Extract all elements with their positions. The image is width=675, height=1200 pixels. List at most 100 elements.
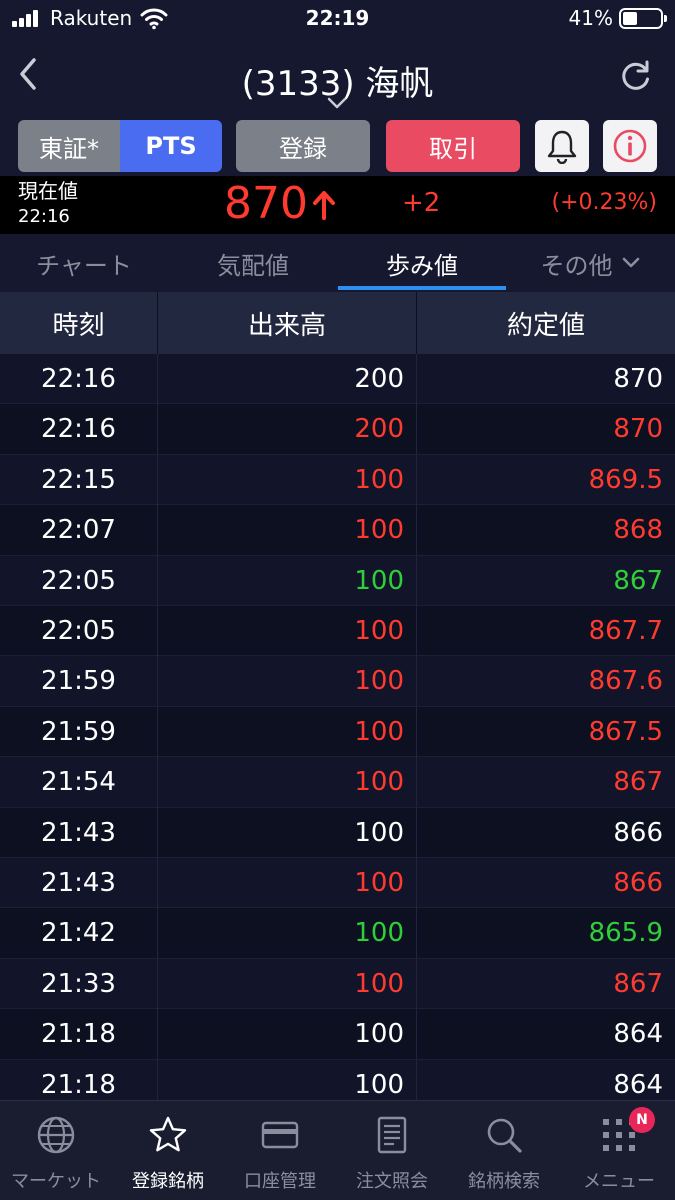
header-volume: 出来高: [247, 310, 326, 341]
alert-button[interactable]: [535, 120, 589, 172]
tabbar-menu[interactable]: N メニュー: [563, 1101, 675, 1200]
bell-icon: [547, 130, 577, 164]
cell-volume: 100: [354, 918, 404, 949]
nav-bar: (3133) 海帆: [0, 36, 675, 116]
cell-time: 22:07: [41, 515, 116, 546]
table-row: 21:18 100 864: [0, 1059, 675, 1100]
tabbar-watchlist[interactable]: 登録銘柄: [112, 1101, 224, 1200]
cell-volume: 100: [354, 1019, 404, 1050]
current-price-label: 現在値: [18, 179, 78, 203]
cell-volume: 100: [354, 565, 404, 596]
cell-time: 21:42: [41, 918, 116, 949]
table-row: 21:18 100 864: [0, 1009, 675, 1060]
table-row: 22:07 100 868: [0, 505, 675, 556]
tab-trades[interactable]: 歩み値: [338, 234, 506, 292]
trades-table[interactable]: 22:16 200 870 22:16 200 870 22:15 100 869.5 22:07…: [0, 354, 675, 1100]
status-bar: Rakuten 22:19 41%: [0, 0, 675, 36]
cell-time: 22:05: [41, 616, 116, 646]
cell-price: 867: [613, 767, 663, 798]
cell-price: 864: [613, 1019, 663, 1050]
cell-volume: 200: [354, 414, 404, 445]
tabbar-market[interactable]: マーケット: [0, 1101, 112, 1200]
table-row: 21:59 100 867.6: [0, 656, 675, 707]
battery-percent: 41%: [568, 6, 613, 30]
market-toggle-pts[interactable]: PTS: [120, 120, 222, 172]
star-icon: [149, 1116, 187, 1152]
table-row: 21:42 100 865.9: [0, 908, 675, 959]
cell-price: 866: [613, 868, 663, 898]
cell-price: 869.5: [588, 464, 663, 495]
tab-bar: チャート 気配値 歩み値 その他: [0, 234, 675, 292]
tab-chart[interactable]: チャート: [0, 234, 168, 292]
tabbar-label: 登録銘柄: [132, 1171, 204, 1192]
tabbar-search[interactable]: 銘柄検索: [448, 1101, 560, 1200]
table-row: 22:16 200 870: [0, 354, 675, 405]
current-price: 870: [224, 178, 308, 229]
market-toggle-tosho[interactable]: 東証*: [18, 120, 120, 172]
cell-price: 864: [613, 1069, 663, 1100]
cell-volume: 100: [354, 817, 404, 848]
cell-time: 22:16: [41, 414, 116, 445]
table-header: 時刻 出来高 約定値: [0, 292, 675, 354]
document-icon: [377, 1116, 407, 1154]
cell-volume: 200: [354, 364, 404, 394]
register-button[interactable]: 登録: [236, 120, 370, 172]
price-change: +2: [402, 188, 441, 218]
info-button[interactable]: [603, 120, 657, 172]
bottom-tab-bar: マーケット 登録銘柄 口座管理 注文照会 銘柄検索 N メニュー: [0, 1100, 675, 1200]
table-row: 21:43 100 866: [0, 858, 675, 909]
cell-volume: 100: [354, 666, 404, 697]
cell-volume: 100: [354, 1069, 404, 1100]
cell-volume: 100: [354, 716, 404, 747]
globe-icon: [37, 1116, 75, 1154]
table-row: 21:33 100 867: [0, 958, 675, 1010]
cell-time: 21:33: [41, 968, 116, 999]
current-price-row: 現在値 22:16 870 +2 (+0.23%): [0, 176, 675, 234]
cell-price: 870: [613, 414, 663, 445]
cell-time: 21:18: [41, 1069, 116, 1100]
search-icon: [487, 1118, 522, 1153]
cell-time: 21:59: [41, 666, 116, 697]
cell-price: 867.7: [588, 616, 663, 646]
arrow-up-icon: [313, 191, 335, 220]
cell-time: 21:43: [41, 868, 116, 898]
cell-volume: 100: [354, 464, 404, 495]
cell-volume: 100: [354, 868, 404, 898]
cell-price: 867.6: [588, 666, 663, 697]
tab-quotes[interactable]: 気配値: [168, 234, 338, 292]
tab-other-label: その他: [540, 251, 613, 280]
table-row: 21:54 100 867: [0, 757, 675, 808]
tabbar-orders[interactable]: 注文照会: [336, 1101, 448, 1200]
tabbar-label: メニュー: [583, 1171, 655, 1192]
cell-price: 865.9: [588, 918, 663, 949]
cell-price: 867.5: [588, 716, 663, 747]
cell-time: 22:16: [41, 364, 116, 394]
active-tab-indicator: [338, 286, 506, 290]
cell-time: 21:59: [41, 716, 116, 747]
chevron-down-icon[interactable]: [326, 96, 348, 110]
tabbar-account[interactable]: 口座管理: [224, 1101, 336, 1200]
tabbar-label: 銘柄検索: [468, 1171, 540, 1192]
cell-price: 868: [613, 515, 663, 546]
cell-time: 22:05: [41, 565, 116, 596]
tabbar-label: 注文照会: [356, 1171, 428, 1192]
battery-icon: [619, 8, 667, 29]
chevron-down-icon: [622, 257, 639, 268]
cell-price: 867: [613, 565, 663, 596]
cell-time: 21:43: [41, 817, 116, 848]
trade-button[interactable]: 取引: [386, 120, 520, 172]
table-row: 21:43 100 866: [0, 807, 675, 858]
tab-other[interactable]: その他: [506, 234, 675, 292]
tabbar-label: 口座管理: [244, 1171, 316, 1192]
cell-volume: 100: [354, 968, 404, 999]
cell-price: 866: [613, 817, 663, 848]
header-price: 約定値: [506, 310, 585, 341]
notification-badge: N: [629, 1107, 655, 1133]
info-icon: [613, 129, 647, 163]
refresh-icon[interactable]: [619, 58, 653, 92]
cell-time: 21:54: [41, 767, 116, 798]
cell-price: 867: [613, 968, 663, 999]
header-time: 時刻: [52, 310, 105, 341]
card-icon: [261, 1121, 299, 1149]
table-row: 22:05 100 867: [0, 555, 675, 606]
